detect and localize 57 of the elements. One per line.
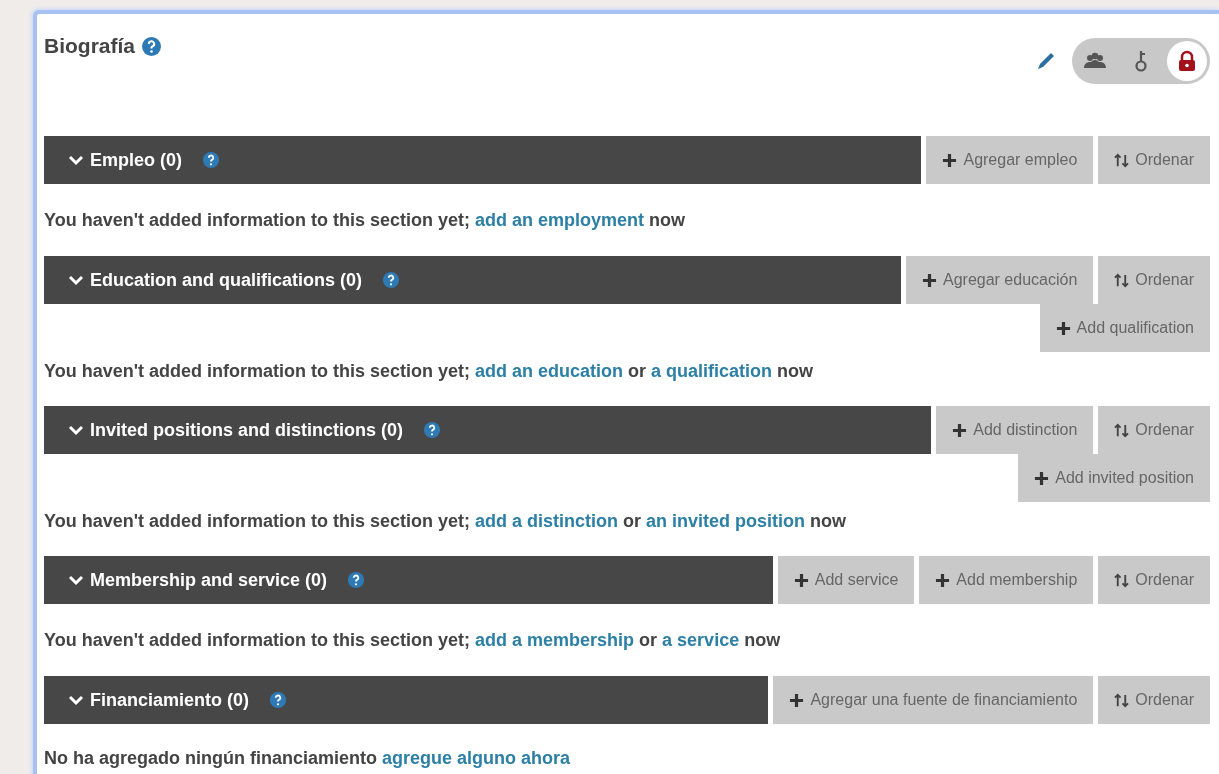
sort-button[interactable]: Ordenar (1098, 556, 1210, 604)
empty-message: You haven't added information to this section yet; add a distinction or an invited position now (44, 510, 848, 533)
section-title: Membership and service (0) (90, 569, 328, 591)
plus-icon (935, 572, 951, 588)
sort-button[interactable]: Ordenar (1098, 136, 1210, 184)
panel-title: Biografía (44, 34, 135, 58)
plus-icon (1055, 320, 1071, 336)
plus-icon (952, 422, 968, 438)
sort-icon (1114, 692, 1130, 708)
section-header[interactable]: Invited positions and distinctions (0) (44, 406, 932, 454)
add-button[interactable]: Add qualification (1039, 304, 1210, 352)
section-header[interactable]: Education and qualifications (0) (44, 256, 901, 304)
section-title: Invited positions and distinctions (0) (90, 419, 403, 441)
add-button[interactable]: Agregar educación (906, 256, 1094, 304)
empty-message: No ha agregado ningún financiamiento agregue alguno ahora (44, 747, 572, 770)
empty-message: You haven't added information to this section yet; add an employment now (44, 209, 687, 232)
plus-icon (922, 272, 937, 288)
plus-icon (942, 152, 958, 168)
help-icon[interactable] (269, 691, 288, 709)
section-title: Financiamiento (0) (90, 689, 250, 711)
add-button[interactable]: Agregar una fuente de financiamiento (773, 676, 1094, 724)
add-link[interactable]: agregue alguno ahora (382, 748, 571, 768)
sort-icon (1114, 572, 1130, 588)
add-link[interactable]: a qualification (651, 361, 773, 381)
section-header[interactable]: Membership and service (0) (44, 556, 773, 604)
add-link[interactable]: a service (662, 630, 740, 650)
section-title: Education and qualifications (0) (90, 269, 363, 291)
section-title: Empleo (0) (90, 149, 182, 171)
add-link[interactable]: add an education (475, 361, 624, 381)
sort-icon (1114, 422, 1130, 438)
help-icon[interactable] (423, 421, 441, 439)
add-button[interactable]: Add invited position (1018, 454, 1210, 502)
add-button[interactable]: Add distinction (936, 406, 1094, 454)
plus-icon (1034, 470, 1050, 486)
help-icon[interactable] (141, 35, 162, 57)
visibility-option[interactable] (1167, 41, 1207, 81)
sort-button[interactable]: Ordenar (1098, 676, 1210, 724)
sort-icon (1114, 152, 1130, 168)
add-link[interactable]: an invited position (646, 511, 806, 531)
section-header[interactable]: Empleo (0) (44, 136, 922, 184)
sort-button[interactable]: Ordenar (1098, 256, 1210, 304)
help-icon[interactable] (202, 151, 220, 169)
help-icon[interactable] (347, 571, 366, 589)
add-button[interactable]: Add service (777, 556, 915, 604)
plus-icon (789, 692, 805, 708)
section-header[interactable]: Financiamiento (0) (44, 676, 769, 724)
empty-message: You haven't added information to this section yet; add an education or a qualification now (44, 360, 815, 383)
add-link[interactable]: add a distinction (475, 511, 618, 531)
plus-icon (793, 572, 809, 588)
empty-message: You haven't added information to this section yet; add a membership or a service now (44, 629, 782, 652)
sort-button[interactable]: Ordenar (1098, 406, 1210, 454)
add-button[interactable]: Add membership (919, 556, 1094, 604)
add-link[interactable]: add an employment (475, 210, 645, 230)
help-icon[interactable] (382, 271, 401, 289)
add-button[interactable]: Agregar empleo (926, 136, 1094, 184)
sort-icon (1114, 272, 1130, 288)
add-link[interactable]: add a membership (475, 630, 635, 650)
